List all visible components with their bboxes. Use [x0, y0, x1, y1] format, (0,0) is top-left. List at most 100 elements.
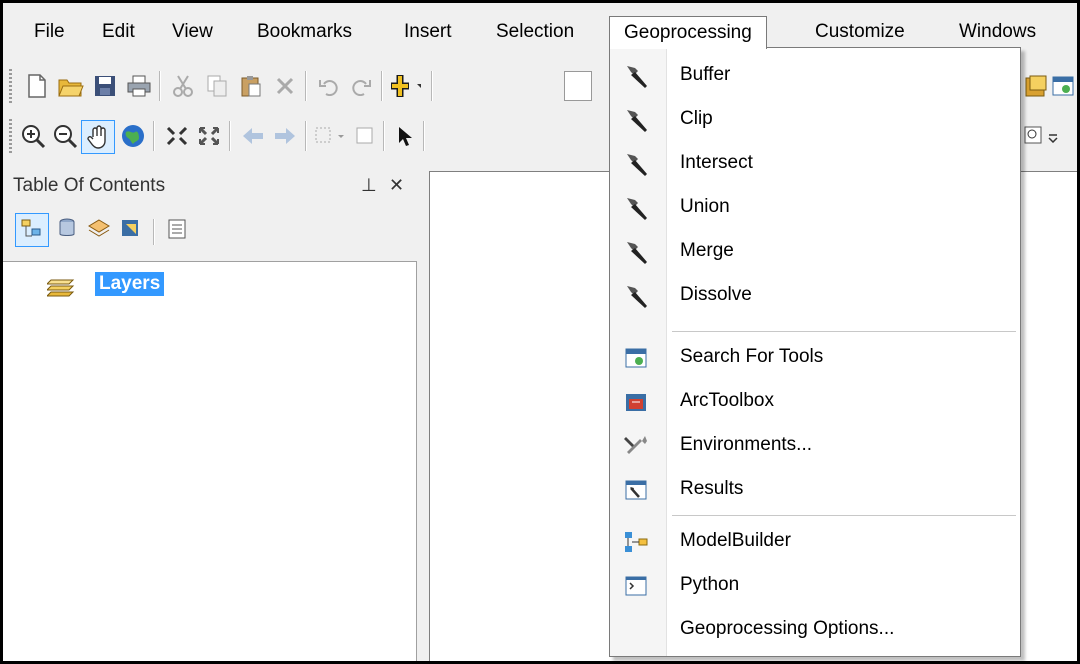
- redo-icon[interactable]: [345, 70, 377, 102]
- table-of-contents-panel: Table Of Contents ⊥ ✕ Layers: [3, 161, 418, 661]
- menu-insert[interactable]: Insert: [395, 18, 461, 46]
- fixed-zoom-in-icon[interactable]: [161, 120, 193, 152]
- menu-item-label: Dissolve: [680, 284, 752, 305]
- menu-item-label: Geoprocessing Options...: [680, 618, 895, 639]
- menu-item-python[interactable]: Python: [610, 564, 1020, 606]
- cut-icon[interactable]: [167, 70, 199, 102]
- arcmap-window: File Edit View Bookmarks Insert Selectio…: [0, 0, 1080, 664]
- menu-bookmarks[interactable]: Bookmarks: [248, 18, 361, 46]
- hammer-icon: [622, 282, 650, 310]
- menu-item-label: Intersect: [680, 152, 753, 173]
- delete-icon[interactable]: [269, 70, 301, 102]
- menu-item-environments[interactable]: Environments...: [610, 424, 1020, 466]
- undo-icon[interactable]: [313, 70, 345, 102]
- open-folder-icon[interactable]: [55, 70, 87, 102]
- menu-item-search-for-tools[interactable]: Search For Tools: [610, 336, 1020, 378]
- toolbar-separator: [229, 121, 231, 151]
- select-features-icon[interactable]: [313, 120, 345, 152]
- hammer-icon: [622, 194, 650, 222]
- menu-view[interactable]: View: [163, 18, 222, 46]
- select-elements-arrow-icon[interactable]: [389, 120, 421, 152]
- menu-item-label: Clip: [680, 108, 713, 129]
- menu-item-label: Python: [680, 574, 740, 595]
- toolbar-separator: [423, 121, 425, 151]
- menu-item-buffer[interactable]: Buffer: [610, 54, 1020, 96]
- menu-separator: [672, 515, 1016, 516]
- menu-item-label: Results: [680, 478, 744, 499]
- catalog-window-icon[interactable]: [1047, 70, 1077, 102]
- search-window-icon: [622, 344, 650, 372]
- menu-item-label: ModelBuilder: [680, 530, 791, 551]
- layers-data-frame[interactable]: Layers: [95, 272, 165, 296]
- menu-item-label: Merge: [680, 240, 734, 261]
- add-data-icon[interactable]: [389, 70, 421, 102]
- menu-customize[interactable]: Customize: [806, 18, 914, 46]
- toolbar-grip[interactable]: [9, 119, 12, 153]
- list-by-visibility-icon[interactable]: [83, 213, 115, 245]
- wrench-hammer-icon: [622, 432, 650, 460]
- menu-item-label: Search For Tools: [680, 346, 824, 367]
- pin-icon[interactable]: ⊥: [361, 175, 377, 196]
- save-icon[interactable]: [89, 70, 121, 102]
- zoom-in-icon[interactable]: [17, 120, 49, 152]
- hammer-icon: [622, 62, 650, 90]
- menu-item-merge[interactable]: Merge: [610, 230, 1020, 272]
- toolbar-separator: [305, 121, 307, 151]
- toolbar-separator: [153, 121, 155, 151]
- back-extent-icon[interactable]: [237, 120, 269, 152]
- hammer-icon: [622, 106, 650, 134]
- clear-selection-icon[interactable]: [349, 120, 381, 152]
- pan-hand-icon[interactable]: [81, 120, 115, 154]
- toolbar-separator: [153, 219, 155, 245]
- fixed-zoom-out-icon[interactable]: [193, 120, 225, 152]
- close-icon[interactable]: ✕: [389, 175, 404, 196]
- menu-item-dissolve[interactable]: Dissolve: [610, 274, 1020, 316]
- menu-selection[interactable]: Selection: [487, 18, 583, 46]
- toc-layer-tree: Layers: [3, 261, 417, 661]
- forward-extent-icon[interactable]: [269, 120, 301, 152]
- layers-stack-icon: [45, 274, 77, 303]
- toolbar-separator: [431, 71, 433, 101]
- menu-file[interactable]: File: [25, 18, 74, 46]
- full-extent-globe-icon[interactable]: [117, 120, 149, 152]
- paste-icon[interactable]: [235, 70, 267, 102]
- menu-item-label: Environments...: [680, 434, 812, 455]
- toolbox-icon: [622, 388, 650, 416]
- list-by-selection-icon[interactable]: [115, 213, 147, 245]
- geoprocessing-menu: Buffer Clip Intersect Union Merge Dissol…: [609, 47, 1021, 657]
- toc-title: Table Of Contents: [13, 175, 166, 196]
- list-by-source-icon[interactable]: [51, 213, 83, 245]
- zoom-out-icon[interactable]: [49, 120, 81, 152]
- menu-item-geoprocessing-options[interactable]: Geoprocessing Options...: [610, 608, 1020, 650]
- copy-icon[interactable]: [201, 70, 233, 102]
- print-icon[interactable]: [123, 70, 155, 102]
- toolbar-overflow-icon[interactable]: [1045, 120, 1061, 152]
- menu-edit[interactable]: Edit: [93, 18, 144, 46]
- list-by-drawing-order-icon[interactable]: [15, 213, 49, 247]
- menu-windows[interactable]: Windows: [950, 18, 1045, 46]
- menu-separator: [672, 331, 1016, 332]
- hammer-icon: [622, 238, 650, 266]
- menu-item-union[interactable]: Union: [610, 186, 1020, 228]
- menu-item-arctoolbox[interactable]: ArcToolbox: [610, 380, 1020, 422]
- options-list-icon[interactable]: [161, 213, 193, 245]
- new-document-icon[interactable]: [21, 70, 53, 102]
- modelbuilder-icon: [622, 528, 650, 556]
- menu-item-results[interactable]: Results: [610, 468, 1020, 510]
- toolbar-separator: [305, 71, 307, 101]
- toolbar-separator: [383, 121, 385, 151]
- python-window-icon: [622, 572, 650, 600]
- menu-item-intersect[interactable]: Intersect: [610, 142, 1020, 184]
- toolbar-separator: [159, 71, 161, 101]
- hammer-icon: [622, 150, 650, 178]
- map-scale-combobox[interactable]: [563, 70, 593, 102]
- menu-item-label: ArcToolbox: [680, 390, 774, 411]
- results-window-icon: [622, 476, 650, 504]
- toolbar-grip[interactable]: [9, 69, 12, 103]
- menu-item-clip[interactable]: Clip: [610, 98, 1020, 140]
- toolbar-separator: [381, 71, 383, 101]
- menu-item-label: Buffer: [680, 64, 731, 85]
- menu-item-modelbuilder[interactable]: ModelBuilder: [610, 520, 1020, 562]
- menu-geoprocessing[interactable]: Geoprocessing: [609, 16, 767, 49]
- menu-item-label: Union: [680, 196, 730, 217]
